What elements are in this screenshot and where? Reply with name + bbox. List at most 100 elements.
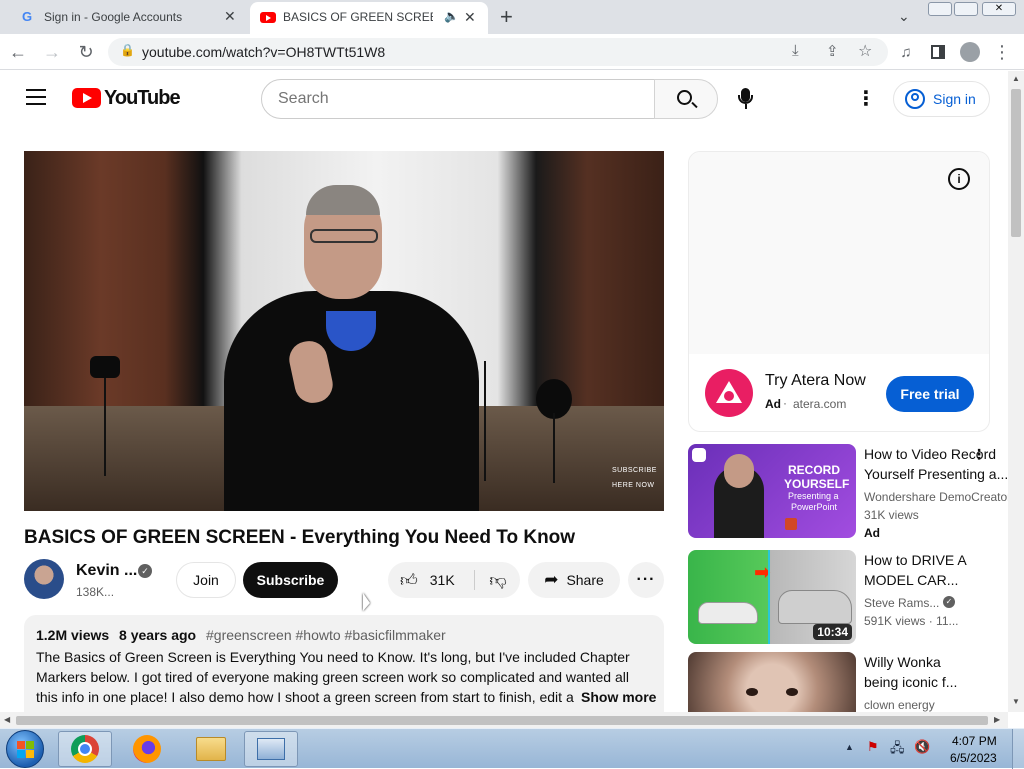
recommendation-channel: Steve Rams... (864, 596, 940, 610)
atera-logo (705, 369, 753, 417)
account-circle-icon (905, 89, 925, 109)
install-app-icon[interactable]: ⤓ (792, 42, 799, 59)
forward-icon[interactable]: → (40, 40, 64, 64)
maximize-button[interactable] (954, 2, 978, 16)
tab-title: BASICS OF GREEN SCREEN - (283, 10, 433, 24)
camera-stand (484, 361, 486, 481)
bookmark-star-icon[interactable]: ☆ (858, 41, 872, 61)
control-panel-icon (257, 738, 285, 760)
new-tab-button[interactable]: + (500, 4, 513, 30)
description-box[interactable]: 1.2M views 8 years ago #greenscreen #how… (24, 615, 664, 712)
recommendation-item[interactable]: Willy Wonka being iconic f... clown ener… (688, 652, 1008, 712)
view-count: 1.2M views (36, 627, 110, 643)
vertical-scrollbar[interactable]: ▲ ▼ (1008, 71, 1024, 712)
channel-name[interactable]: Kevin ... (76, 562, 137, 580)
video-player[interactable]: SUBSCRIBE HERE NOW (24, 151, 664, 511)
powerpoint-icon (785, 518, 797, 530)
face-eye-right (786, 688, 798, 696)
browser-menu-icon[interactable]: ⋮ (990, 40, 1014, 64)
clock-time[interactable]: 4:07 PM (952, 734, 997, 748)
horizontal-scrollbar[interactable]: ◀ ▶ (0, 712, 1008, 728)
share-button[interactable]: ➦ Share (528, 562, 620, 598)
volume-muted-icon[interactable]: 🔇 (914, 739, 930, 755)
taskbar-explorer[interactable] (184, 731, 238, 767)
share-page-icon[interactable]: ⇪ (826, 42, 839, 60)
recommendation-title-line-2: Yourself Presenting a... (864, 466, 1008, 482)
search-input[interactable] (278, 89, 638, 109)
face-eye-left (746, 688, 758, 696)
clock-date[interactable]: 6/5/2023 (950, 751, 997, 765)
hashtags[interactable]: #greenscreen #howto #basicfilmmaker (206, 627, 446, 643)
windows-logo-icon (17, 741, 25, 749)
video-title: BASICS OF GREEN SCREEN - Everything You … (24, 527, 576, 548)
profile-avatar-icon[interactable] (958, 40, 982, 64)
minimize-button[interactable] (928, 2, 952, 16)
scroll-down-icon[interactable]: ▼ (1012, 697, 1020, 706)
verified-icon: ✓ (943, 596, 955, 608)
description-line-1: The Basics of Green Screen is Everything… (36, 649, 630, 665)
recommendation-title-line-1: Willy Wonka (864, 654, 941, 670)
sign-in-button[interactable]: Sign in (893, 81, 990, 117)
dislike-button[interactable]: 👎︎ (476, 562, 520, 598)
close-tab-icon[interactable]: ✕ (464, 9, 476, 26)
ad-info-icon[interactable]: i (948, 168, 970, 190)
ad-card[interactable]: i Try Atera Now Ad · atera.com Free tria… (688, 151, 990, 432)
like-dislike-group: 👍︎ 31K 👎︎ (388, 562, 520, 598)
channel-avatar[interactable] (24, 559, 64, 599)
hscrollbar-thumb[interactable] (16, 716, 988, 725)
youtube-logo[interactable]: YouTube (72, 86, 181, 109)
tab-youtube-video[interactable]: BASICS OF GREEN SCREEN - 🔈 ✕ (250, 2, 488, 34)
show-more-link[interactable]: Show more (581, 687, 657, 707)
like-divider (474, 570, 475, 590)
scroll-left-icon[interactable]: ◀ (4, 715, 10, 724)
subscribe-button[interactable]: Subscribe (243, 562, 338, 598)
tab-google-accounts[interactable]: G Sign in - Google Accounts ✕ (8, 0, 248, 34)
url-text: youtube.com/watch?v=OH8TWTt51W8 (142, 44, 386, 60)
ad-dot: · (783, 396, 787, 410)
network-icon[interactable]: 🖧 (890, 739, 905, 761)
media-control-icon[interactable]: ♫ (894, 40, 918, 64)
recommendation-thumbnail: RECORD YOURSELF Presenting a PowerPoint (688, 444, 856, 538)
tab-search-icon[interactable]: ⌄ (898, 8, 910, 25)
democreator-logo-icon (692, 448, 706, 462)
side-panel-icon[interactable] (926, 40, 950, 64)
audio-playing-icon[interactable]: 🔈 (444, 9, 459, 23)
join-button[interactable]: Join (176, 562, 236, 598)
taskbar-chrome[interactable] (58, 731, 112, 767)
search-button[interactable] (654, 79, 718, 119)
reload-icon[interactable]: ↻ (74, 40, 98, 64)
taskbar-firefox[interactable] (120, 731, 174, 767)
recommendation-item[interactable]: ➡ 10:34 How to DRIVE A MODEL CAR... Stev… (688, 550, 1008, 644)
scrollbar-thumb[interactable] (1011, 89, 1021, 237)
back-icon[interactable]: ← (6, 40, 30, 64)
more-actions-button[interactable]: ··· (628, 562, 664, 598)
recommendation-item[interactable]: RECORD YOURSELF Presenting a PowerPoint … (688, 444, 1008, 540)
recommendation-views: 591K views · 11... (864, 614, 959, 628)
like-button[interactable]: 👍︎ 31K (388, 562, 468, 598)
logo-text: YouTube (104, 86, 181, 109)
scroll-right-icon[interactable]: ▶ (994, 715, 1000, 724)
action-center-icon[interactable]: ⚑ (867, 739, 879, 755)
close-window-button[interactable]: ✕ (982, 2, 1016, 16)
thumb-text-record: RECORD (788, 463, 841, 477)
voice-search-button[interactable] (734, 85, 758, 113)
search-box[interactable] (261, 79, 655, 119)
hamburger-menu-icon[interactable] (26, 89, 46, 105)
recommendation-more-icon[interactable]: ⋮ (972, 446, 986, 463)
free-trial-label: Free trial (900, 386, 960, 402)
subscriber-count: 138K... (76, 585, 115, 599)
address-bar[interactable]: 🔒 youtube.com/watch?v=OH8TWTt51W8 ⤓ ⇪ ☆ (108, 38, 888, 66)
start-button[interactable] (6, 730, 44, 768)
recommendation-views: 31K views (864, 508, 919, 522)
thumbnail-divider (768, 550, 770, 644)
settings-more-icon[interactable]: ⋮ (856, 86, 876, 111)
upload-age: 8 years ago (119, 627, 197, 643)
scroll-up-icon[interactable]: ▲ (1012, 74, 1020, 83)
close-tab-icon[interactable]: ✕ (224, 8, 236, 25)
taskbar-control-panel[interactable] (244, 731, 298, 767)
verified-icon: ✓ (138, 564, 152, 578)
show-hidden-icons[interactable]: ▲ (845, 742, 854, 752)
show-desktop-button[interactable] (1012, 729, 1024, 769)
free-trial-button[interactable]: Free trial (886, 376, 974, 412)
thumb-text-presenting: Presenting a (788, 491, 839, 501)
